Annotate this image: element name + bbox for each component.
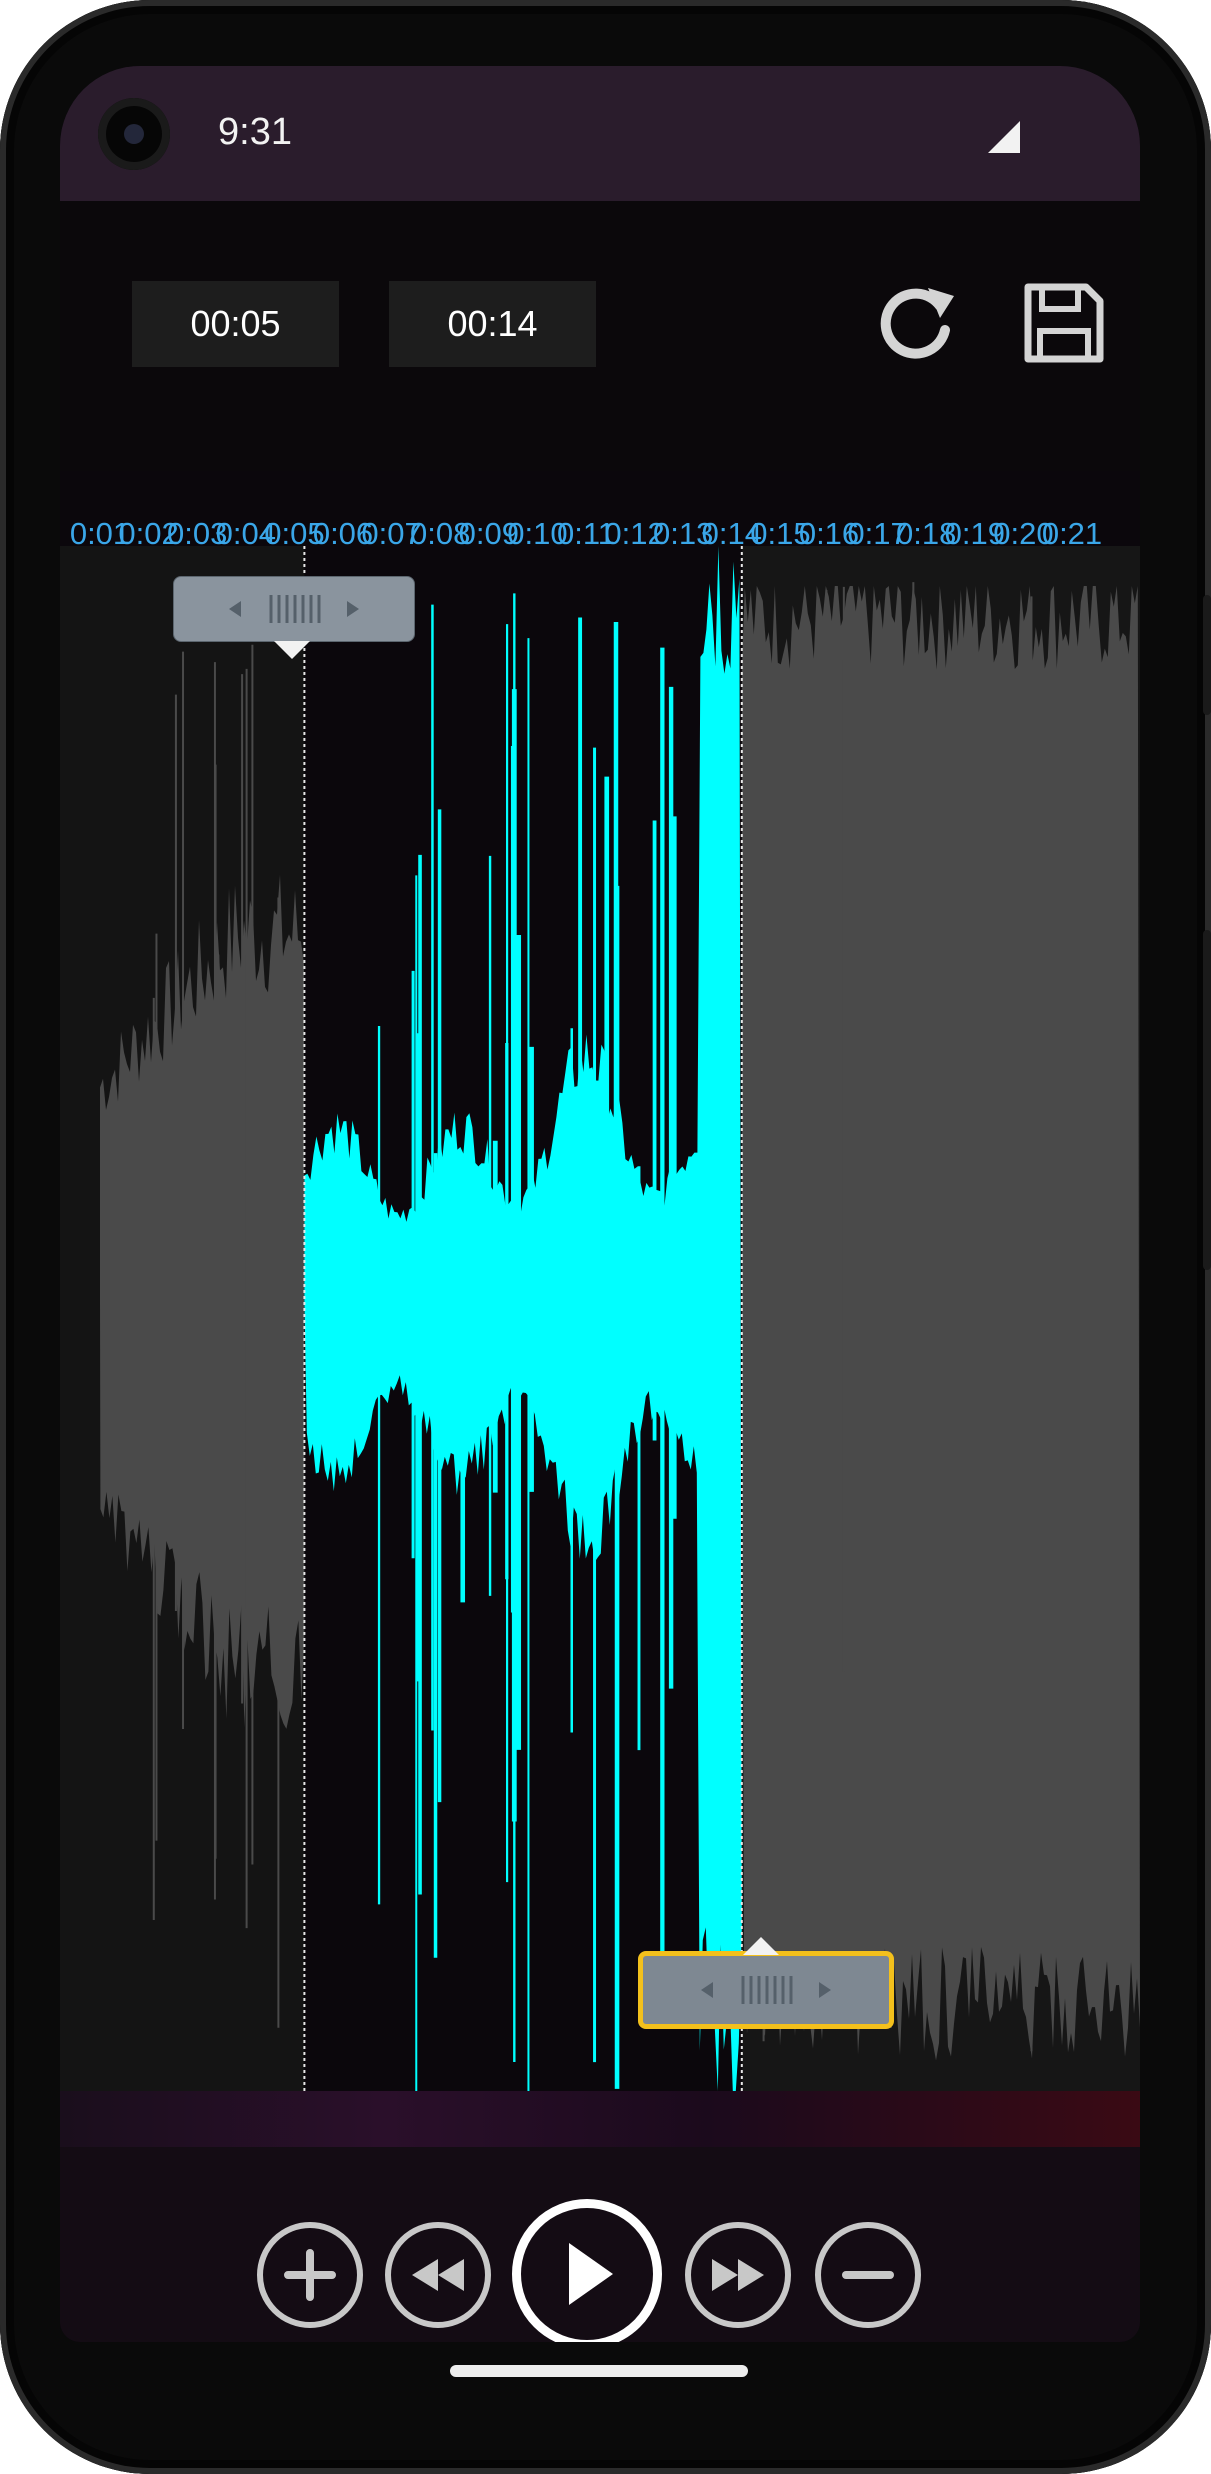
save-icon[interactable] <box>1022 281 1106 365</box>
play-icon <box>569 2243 613 2305</box>
screen: 9:31 00:05 00:14 0:01 0:02 0:03 0:04 0:05 0:0… <box>60 66 1140 2342</box>
minus-icon <box>842 2271 894 2279</box>
drag-grip-icon <box>701 1976 831 2004</box>
end-marker-pointer <box>743 1937 779 1955</box>
playback-controls <box>60 2147 1140 2342</box>
signal-icon <box>988 121 1020 153</box>
start-time-field[interactable]: 00:05 <box>132 281 339 367</box>
time-ruler: 0:01 0:02 0:03 0:04 0:05 0:06 0:07 0:08 0:09 0:10… <box>60 516 1140 556</box>
play-button[interactable] <box>512 2199 662 2342</box>
waveform-area[interactable]: 0:01 0:02 0:03 0:04 0:05 0:06 0:07 0:08 0:09 0:10… <box>60 471 1140 2091</box>
volume-button <box>1203 930 1211 1270</box>
front-camera <box>98 98 170 170</box>
end-time-field[interactable]: 00:14 <box>389 281 596 367</box>
home-indicator[interactable] <box>450 2365 748 2377</box>
scroll-strip <box>60 2091 1140 2147</box>
phone-frame: 9:31 00:05 00:14 0:01 0:02 0:03 0:04 0:05 0:0… <box>0 0 1211 2474</box>
fast-forward-button[interactable] <box>685 2222 791 2328</box>
plus-icon <box>284 2249 336 2301</box>
power-button <box>1203 595 1211 715</box>
rewind-icon <box>412 2259 464 2291</box>
zoom-out-button[interactable] <box>815 2222 921 2328</box>
time-tick-label: 0:21 <box>1041 516 1103 551</box>
end-marker-handle[interactable] <box>638 1951 894 2029</box>
zoom-in-button[interactable] <box>257 2222 363 2328</box>
waveform-right-segment <box>741 586 1140 2061</box>
status-bar: 9:31 <box>60 66 1140 201</box>
refresh-icon[interactable] <box>870 278 960 368</box>
start-marker-pointer <box>274 641 310 659</box>
rewind-button[interactable] <box>385 2222 491 2328</box>
fast-forward-icon <box>712 2259 764 2291</box>
status-time: 9:31 <box>218 111 292 153</box>
drag-grip-icon <box>229 595 359 623</box>
start-marker-handle[interactable] <box>173 576 415 642</box>
waveform[interactable] <box>60 471 1140 2091</box>
